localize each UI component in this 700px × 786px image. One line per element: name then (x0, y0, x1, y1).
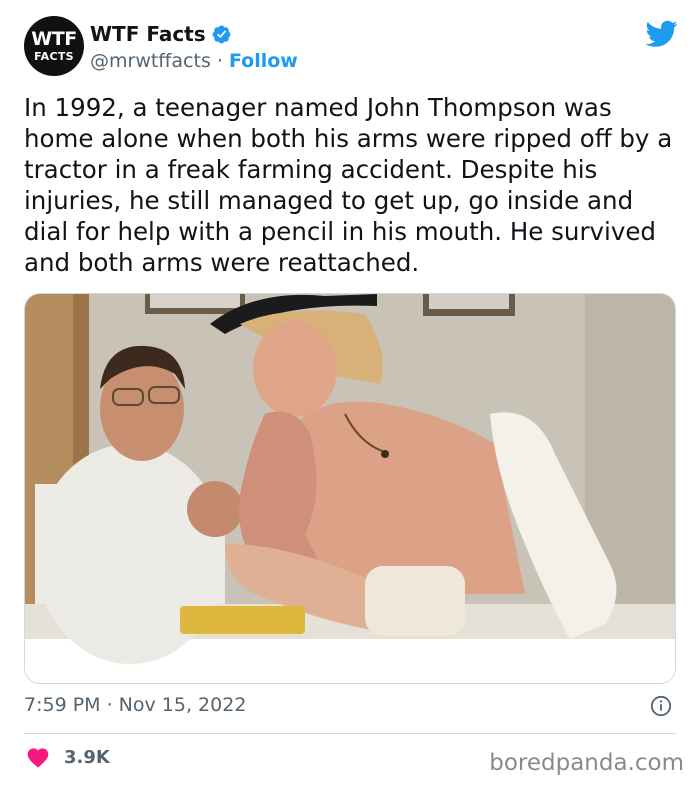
tweet-timestamp[interactable]: 7:59 PM · Nov 15, 2022 (24, 694, 246, 716)
avatar-text-line2: FACTS (34, 50, 74, 63)
tweet-text: In 1992, a teenager named John Thompson … (24, 93, 673, 277)
twitter-bird-icon[interactable] (646, 20, 678, 48)
tweet-media[interactable] (24, 293, 676, 684)
verified-badge-icon (212, 25, 231, 43)
author-name-row: WTF Facts (90, 22, 232, 46)
display-name[interactable]: WTF Facts (90, 22, 206, 46)
info-icon[interactable] (650, 695, 672, 717)
watermark: boredpanda.com (489, 750, 684, 776)
separator: · (210, 50, 229, 72)
handle-row: @mrwtffacts · Follow (90, 50, 298, 72)
media-photo (25, 294, 675, 683)
avatar[interactable]: WTF FACTS (24, 16, 84, 76)
tweet-card: WTF FACTS WTF Facts @mrwtffacts · Follow… (0, 0, 700, 786)
follow-button[interactable]: Follow (229, 50, 298, 72)
handle[interactable]: @mrwtffacts (90, 50, 211, 72)
like-button[interactable]: 3.9K (26, 746, 110, 768)
avatar-text-line1: WTF (31, 28, 77, 50)
heart-icon (27, 748, 49, 768)
divider (24, 733, 676, 734)
like-count: 3.9K (64, 746, 110, 768)
